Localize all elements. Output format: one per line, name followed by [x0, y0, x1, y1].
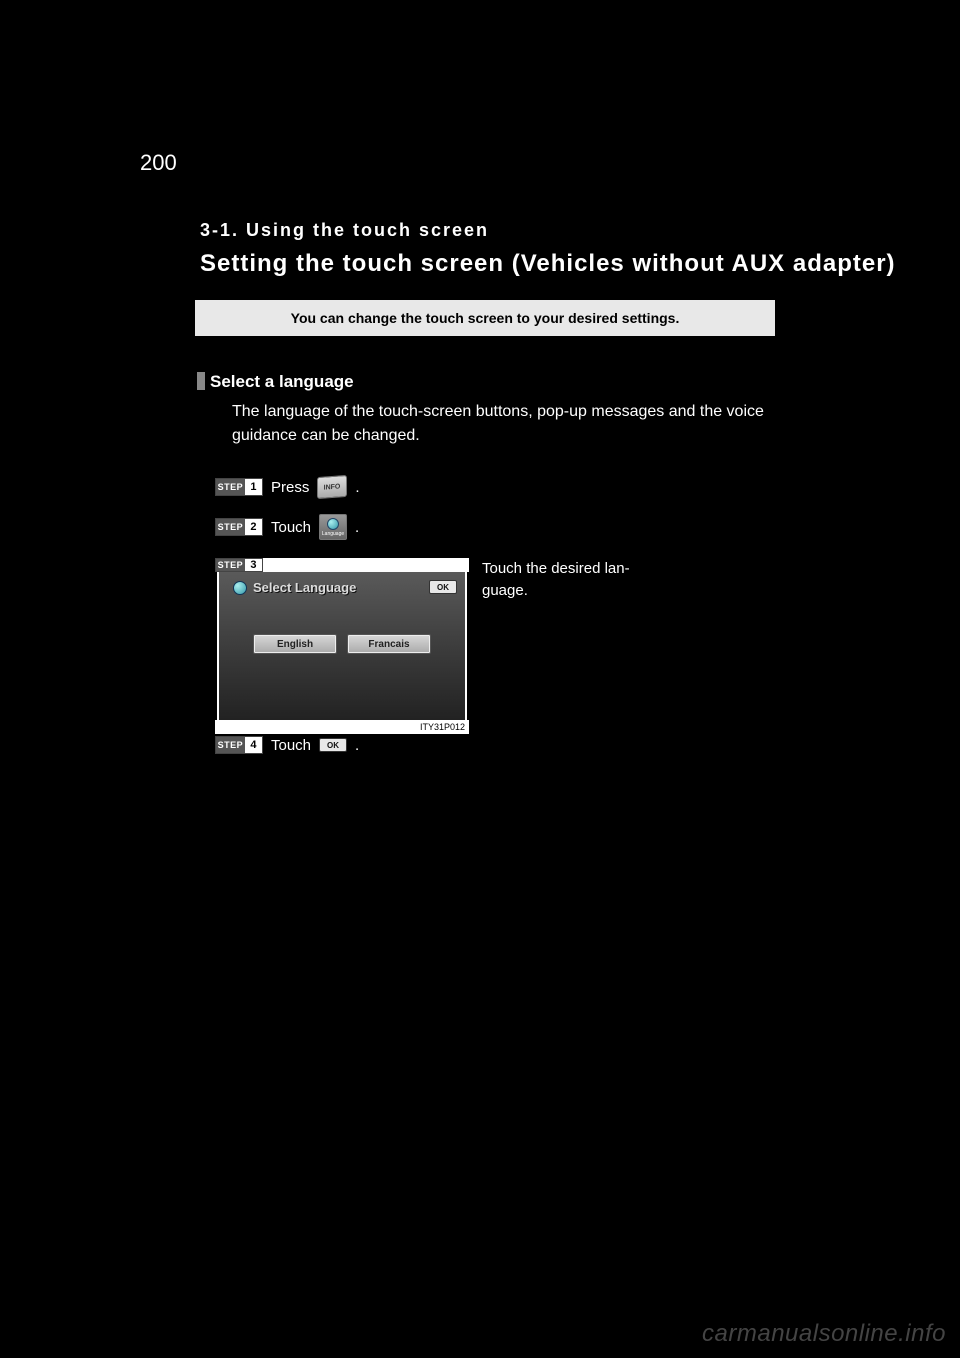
- page-number: 200: [140, 150, 177, 176]
- step-2-row: STEP 2 Touch Language .: [215, 514, 359, 540]
- info-bar: You can change the touch screen to your …: [195, 300, 775, 336]
- watermark: carmanualsonline.info: [702, 1320, 946, 1348]
- step-number-4: 4: [245, 737, 262, 753]
- ok-button[interactable]: OK: [319, 738, 347, 752]
- globe-icon: [327, 518, 339, 530]
- screen-caption: ITY31P012: [215, 720, 469, 734]
- step-tile-4: STEP 4: [215, 736, 263, 754]
- step-label: STEP: [216, 559, 245, 571]
- screen-ok-button[interactable]: OK: [429, 580, 457, 594]
- step-tile-3: STEP 3: [215, 558, 263, 572]
- info-button[interactable]: INFO: [317, 475, 347, 499]
- step-tile-1: STEP 1: [215, 478, 263, 496]
- step-label: STEP: [216, 519, 245, 535]
- screen-title-text: Select Language: [253, 580, 356, 595]
- step-label: STEP: [216, 737, 245, 753]
- step-1-before: Press: [271, 479, 309, 496]
- section-label: 3-1. Using the touch screen: [200, 220, 489, 241]
- screen-title: Select Language: [233, 580, 356, 595]
- step-1-after: .: [355, 479, 359, 496]
- step-4-after: .: [355, 737, 359, 754]
- step-number-3: 3: [245, 559, 262, 571]
- step-2-before: Touch: [271, 519, 311, 536]
- step-label: STEP: [216, 479, 245, 495]
- step-3-text-a: Touch the desired lan-: [482, 560, 630, 577]
- screen-figure: STEP 3 Select Language OK English Franca…: [215, 558, 469, 736]
- screen-inner: Select Language OK English Francais: [217, 572, 467, 720]
- subhead-marker: [197, 372, 205, 390]
- body-text: The language of the touch-screen buttons…: [232, 400, 772, 448]
- step-4-row: STEP 4 Touch OK .: [215, 736, 359, 754]
- english-option[interactable]: English: [253, 634, 337, 654]
- language-button[interactable]: Language: [319, 514, 347, 540]
- step-1-row: STEP 1 Press INFO .: [215, 476, 360, 498]
- step-2-after: .: [355, 519, 359, 536]
- step-4-before: Touch: [271, 737, 311, 754]
- screen-step-bar: STEP 3: [215, 558, 469, 572]
- step-tile-2: STEP 2: [215, 518, 263, 536]
- step-number-1: 1: [245, 479, 262, 495]
- language-button-label: Language: [322, 531, 344, 537]
- subhead: Select a language: [210, 372, 354, 392]
- section-title: Setting the touch screen (Vehicles witho…: [200, 250, 896, 278]
- step-number-2: 2: [245, 519, 262, 535]
- globe-icon: [233, 581, 247, 595]
- step-3-text-b: guage.: [482, 582, 528, 599]
- francais-option[interactable]: Francais: [347, 634, 431, 654]
